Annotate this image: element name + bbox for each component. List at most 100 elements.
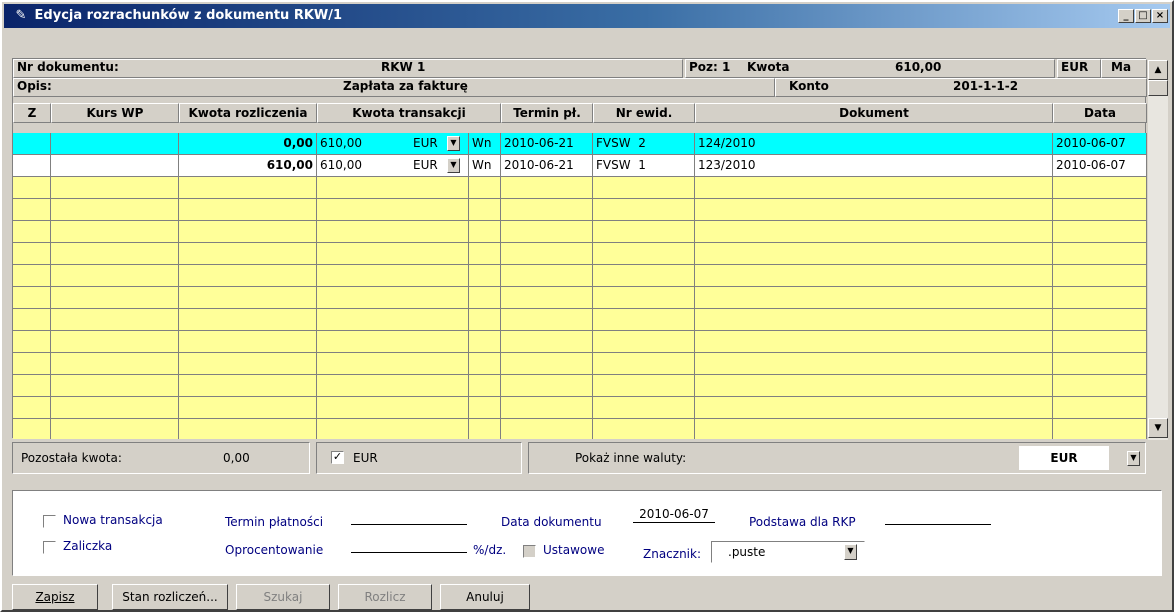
empty-cell[interactable] (695, 419, 1053, 439)
empty-cell[interactable] (469, 353, 501, 375)
empty-table-row[interactable] (13, 199, 1147, 221)
empty-cell[interactable] (1053, 331, 1147, 353)
empty-cell[interactable] (695, 243, 1053, 265)
empty-cell[interactable] (593, 419, 695, 439)
empty-table-row[interactable] (13, 331, 1147, 353)
empty-cell[interactable] (1053, 287, 1147, 309)
empty-cell[interactable] (317, 397, 469, 419)
empty-cell[interactable] (469, 419, 501, 439)
settlement-status-button[interactable]: Stan rozliczeń... (112, 584, 228, 610)
empty-cell[interactable] (695, 331, 1053, 353)
empty-table-row[interactable] (13, 177, 1147, 199)
empty-cell[interactable] (695, 375, 1053, 397)
empty-cell[interactable] (469, 331, 501, 353)
empty-cell[interactable] (1053, 375, 1147, 397)
empty-cell[interactable] (13, 375, 51, 397)
empty-cell[interactable] (501, 177, 593, 199)
empty-cell[interactable] (179, 353, 317, 375)
advance-label[interactable]: Zaliczka (63, 539, 112, 553)
empty-cell[interactable] (1053, 199, 1147, 221)
kwota-rozliczenia-cell[interactable]: 610,00 (179, 155, 317, 177)
empty-cell[interactable] (1053, 353, 1147, 375)
empty-cell[interactable] (695, 309, 1053, 331)
eur-checkbox[interactable]: ✓ (331, 451, 344, 464)
empty-cell[interactable] (51, 309, 179, 331)
settle-button[interactable]: Rozlicz (338, 584, 432, 610)
marker-dropdown-icon[interactable]: ▼ (844, 544, 857, 560)
empty-cell[interactable] (593, 199, 695, 221)
empty-cell[interactable] (51, 287, 179, 309)
statutory-checkbox[interactable] (523, 545, 536, 558)
empty-cell[interactable] (469, 221, 501, 243)
empty-cell[interactable] (695, 199, 1053, 221)
empty-cell[interactable] (179, 309, 317, 331)
maximize-button[interactable]: □ (1135, 9, 1151, 23)
col-dokument[interactable]: Dokument (695, 103, 1053, 123)
search-button[interactable]: Szukaj (236, 584, 330, 610)
empty-cell[interactable] (469, 287, 501, 309)
empty-cell[interactable] (593, 309, 695, 331)
payment-term-input[interactable] (351, 509, 467, 525)
minimize-button[interactable]: _ (1118, 9, 1134, 23)
empty-table-row[interactable] (13, 397, 1147, 419)
document-date-input[interactable]: 2010-06-07 (633, 507, 715, 523)
empty-cell[interactable] (13, 177, 51, 199)
empty-cell[interactable] (695, 221, 1053, 243)
currency-dropdown-icon[interactable]: ▼ (447, 136, 460, 151)
empty-cell[interactable] (317, 419, 469, 439)
empty-cell[interactable] (179, 331, 317, 353)
empty-cell[interactable] (469, 199, 501, 221)
empty-cell[interactable] (501, 419, 593, 439)
empty-table-row[interactable] (13, 309, 1147, 331)
empty-cell[interactable] (13, 265, 51, 287)
empty-cell[interactable] (1053, 177, 1147, 199)
scroll-down-icon[interactable]: ▼ (1148, 418, 1168, 438)
empty-cell[interactable] (1053, 309, 1147, 331)
empty-cell[interactable] (179, 375, 317, 397)
empty-cell[interactable] (179, 243, 317, 265)
empty-cell[interactable] (593, 397, 695, 419)
empty-cell[interactable] (501, 397, 593, 419)
empty-cell[interactable] (593, 287, 695, 309)
empty-cell[interactable] (1053, 419, 1147, 439)
empty-cell[interactable] (469, 177, 501, 199)
empty-cell[interactable] (695, 265, 1053, 287)
empty-cell[interactable] (593, 375, 695, 397)
empty-cell[interactable] (179, 265, 317, 287)
empty-cell[interactable] (469, 309, 501, 331)
empty-cell[interactable] (179, 221, 317, 243)
empty-cell[interactable] (13, 221, 51, 243)
empty-cell[interactable] (593, 221, 695, 243)
empty-cell[interactable] (317, 287, 469, 309)
table-row[interactable]: 610,00 610,00 EUR ▼ Wn 2010-06-21 FVSW 1… (13, 155, 1147, 177)
empty-cell[interactable] (51, 375, 179, 397)
empty-cell[interactable] (13, 287, 51, 309)
col-z[interactable]: Z (13, 103, 51, 123)
empty-cell[interactable] (51, 265, 179, 287)
empty-cell[interactable] (593, 243, 695, 265)
empty-cell[interactable] (1053, 243, 1147, 265)
empty-cell[interactable] (13, 331, 51, 353)
empty-cell[interactable] (179, 419, 317, 439)
empty-cell[interactable] (317, 309, 469, 331)
empty-cell[interactable] (469, 397, 501, 419)
empty-cell[interactable] (51, 353, 179, 375)
empty-cell[interactable] (51, 331, 179, 353)
empty-table-row[interactable] (13, 243, 1147, 265)
rkp-basis-input[interactable] (885, 509, 991, 525)
empty-cell[interactable] (695, 397, 1053, 419)
scroll-up-icon[interactable]: ▲ (1148, 60, 1168, 80)
cancel-button[interactable]: Anuluj (440, 584, 530, 610)
empty-cell[interactable] (13, 309, 51, 331)
empty-cell[interactable] (179, 199, 317, 221)
empty-table-row[interactable] (13, 287, 1147, 309)
col-nr-ewid[interactable]: Nr ewid. (593, 103, 695, 123)
empty-cell[interactable] (695, 177, 1053, 199)
empty-table-row[interactable] (13, 221, 1147, 243)
empty-cell[interactable] (317, 331, 469, 353)
empty-cell[interactable] (469, 375, 501, 397)
empty-cell[interactable] (317, 221, 469, 243)
empty-cell[interactable] (501, 265, 593, 287)
empty-cell[interactable] (593, 353, 695, 375)
empty-table-row[interactable] (13, 353, 1147, 375)
